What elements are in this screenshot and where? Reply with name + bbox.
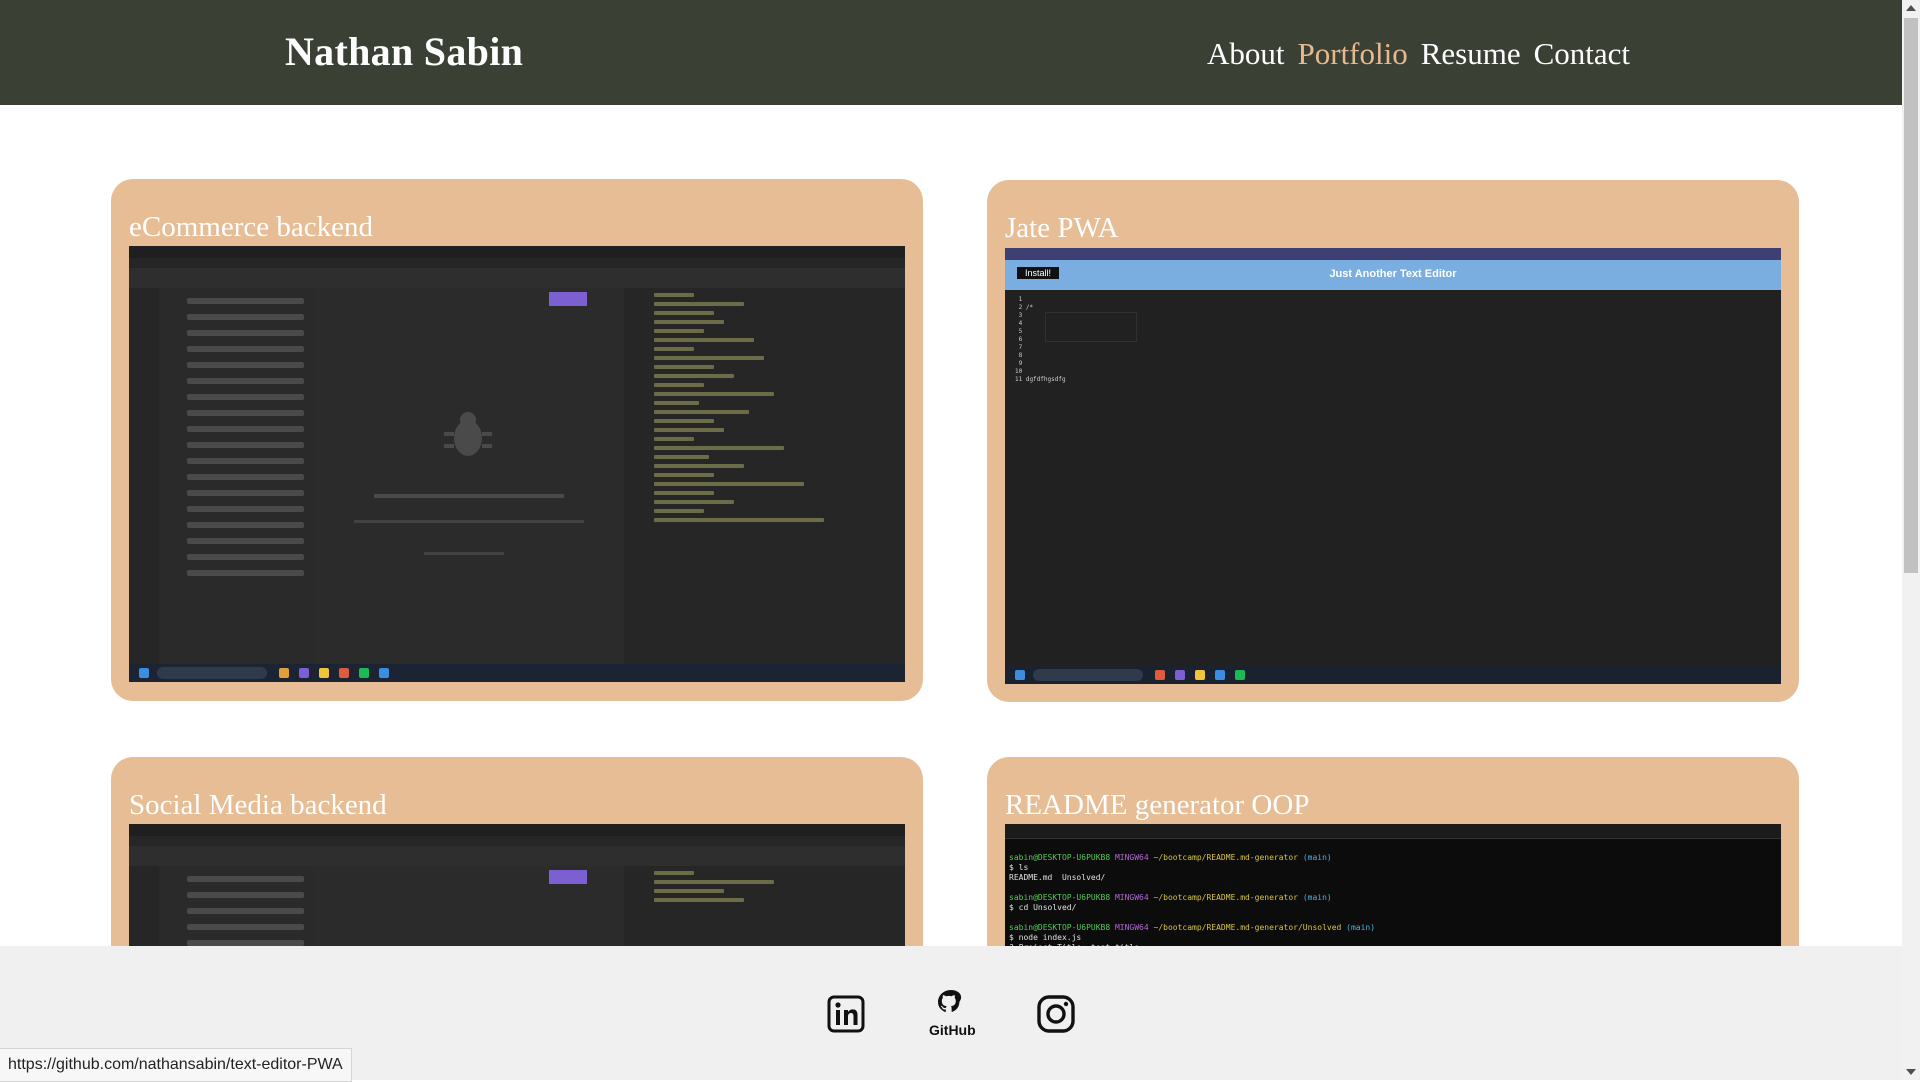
project-card-ecommerce: eCommerce backend (111, 179, 923, 701)
scrollbar-thumb[interactable] (1904, 18, 1918, 573)
project-screenshot-jate[interactable]: Install! Just Another Text Editor 1 2 /*… (1005, 248, 1781, 684)
github-icon[interactable]: GitHub (929, 989, 976, 1039)
project-screenshot-ecommerce[interactable] (129, 246, 905, 682)
instagram-icon[interactable] (1036, 994, 1076, 1034)
scroll-up-icon[interactable] (1906, 5, 1916, 11)
main-nav: About Portfolio Resume Contact (1207, 36, 1630, 72)
vertical-scrollbar[interactable] (1902, 0, 1920, 1080)
nav-contact[interactable]: Contact (1534, 36, 1630, 72)
status-bar-url: https://github.com/nathansabin/text-edit… (0, 1048, 352, 1082)
site-brand[interactable]: Nathan Sabin (285, 28, 523, 75)
nav-resume[interactable]: Resume (1421, 36, 1521, 72)
project-title: Social Media backend (129, 789, 387, 821)
project-title: Jate PWA (1005, 212, 1119, 244)
bug-icon (444, 412, 492, 456)
project-title: README generator OOP (1005, 789, 1310, 821)
linkedin-icon[interactable] (826, 994, 866, 1034)
app-title: Just Another Text Editor (1329, 268, 1457, 280)
nav-portfolio[interactable]: Portfolio (1298, 36, 1408, 72)
github-label: GitHub (929, 1022, 976, 1038)
jate-logo (1045, 312, 1137, 342)
project-card-jate: Jate PWA Install! Just Another Text Edit… (987, 180, 1799, 702)
project-title: eCommerce backend (129, 211, 373, 243)
site-header: Nathan Sabin About Portfolio Resume Cont… (0, 0, 1902, 105)
nav-about[interactable]: About (1207, 36, 1285, 72)
scroll-down-icon[interactable] (1906, 1069, 1916, 1075)
